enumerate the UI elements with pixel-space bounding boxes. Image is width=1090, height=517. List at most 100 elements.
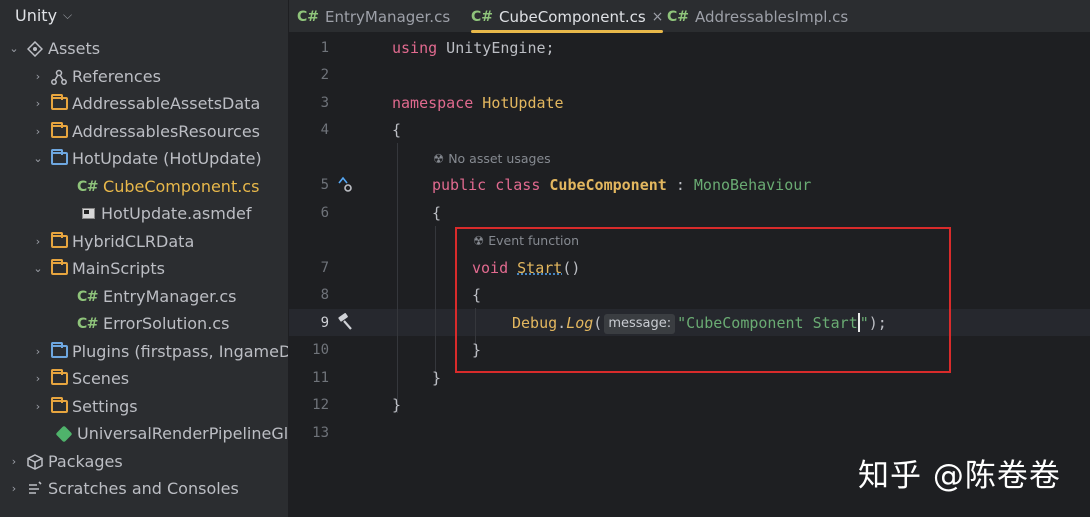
highlight-annotation-box xyxy=(455,227,951,373)
tree-item-label: ErrorSolution.cs xyxy=(103,314,230,334)
radiation-icon: ☢ xyxy=(433,151,445,166)
code-text: UnityEngine; xyxy=(437,39,555,57)
collapse-arrow-icon[interactable]: › xyxy=(32,400,44,413)
tree-item-label: Scratches and Consoles xyxy=(48,479,239,499)
line-number: 6 xyxy=(320,205,329,221)
hint-text: No asset usages xyxy=(448,151,551,166)
tree-item-cubecomponent[interactable]: C# CubeComponent.cs xyxy=(0,173,288,201)
assembly-folder-icon xyxy=(50,149,68,168)
tab-label: AddressablesImpl.cs xyxy=(695,7,849,26)
keyword: class xyxy=(486,176,550,194)
code-editor[interactable]: 1 2 3 4 5 6 7 8 9 10 11 12 13 using Unit… xyxy=(289,33,1090,517)
tree-item-label: HotUpdate.asmdef xyxy=(101,204,252,224)
keyword: namespace xyxy=(392,94,474,112)
tree-item-addressablesresources[interactable]: › AddressablesResources xyxy=(0,118,288,146)
tree-item-assets[interactable]: ⌄ Assets xyxy=(0,35,288,63)
line-number: 10 xyxy=(312,342,329,358)
asmdef-file-icon xyxy=(79,205,97,223)
inlay-hint-usages[interactable]: ☢ No asset usages xyxy=(433,149,551,169)
packages-icon xyxy=(26,453,44,471)
tree-item-packages[interactable]: › Packages xyxy=(0,448,288,476)
code-line-11: } xyxy=(432,369,442,387)
code-line-3: namespace HotUpdate xyxy=(392,90,564,117)
tree-item-entrymanager[interactable]: C# EntryManager.cs xyxy=(0,283,288,311)
keyword: using xyxy=(392,39,438,57)
tab-cubecomponent[interactable]: C# CubeComponent.cs × xyxy=(471,0,664,33)
namespace-name: HotUpdate xyxy=(473,94,564,112)
tree-item-mainscripts[interactable]: ⌄ MainScripts xyxy=(0,255,288,283)
collapse-arrow-icon[interactable]: › xyxy=(32,70,44,83)
folder-icon xyxy=(50,397,68,416)
collapse-arrow-icon[interactable]: › xyxy=(8,455,20,468)
tree-item-label: Packages xyxy=(48,452,123,472)
code-line-5: public class CubeComponent : MonoBehavio… xyxy=(432,172,811,199)
close-icon[interactable]: × xyxy=(652,9,664,25)
tree-item-label: Assets xyxy=(48,39,101,59)
tree-item-hotupdate[interactable]: ⌄ HotUpdate (HotUpdate) xyxy=(0,145,288,173)
folder-icon xyxy=(50,232,68,251)
tree-item-label: UniversalRenderPipelineGlo xyxy=(77,424,289,444)
scratches-icon xyxy=(26,480,44,498)
line-number: 2 xyxy=(320,67,329,83)
collapse-arrow-icon[interactable]: › xyxy=(8,482,20,495)
expand-arrow-icon[interactable]: ⌄ xyxy=(8,42,20,55)
chevron-down-icon: ⌵ xyxy=(63,7,73,22)
tree-item-hybridclrdata[interactable]: › HybridCLRData xyxy=(0,228,288,256)
implements-gutter-icon[interactable] xyxy=(336,175,354,197)
line-number: 5 xyxy=(320,177,329,193)
line-number: 4 xyxy=(320,122,329,138)
tree-item-errorsolution[interactable]: C# ErrorSolution.cs xyxy=(0,310,288,338)
expand-arrow-icon[interactable]: ⌄ xyxy=(32,262,44,275)
folder-icon xyxy=(50,94,68,113)
watermark: 知乎 @陈卷卷 xyxy=(858,458,1061,494)
csharp-file-icon: C# xyxy=(667,8,690,25)
tree-item-scratches[interactable]: › Scratches and Consoles xyxy=(0,475,288,503)
tab-entrymanager[interactable]: C# EntryManager.cs xyxy=(297,0,450,33)
assets-icon xyxy=(26,40,44,58)
code-line-12: } xyxy=(392,396,402,414)
folder-icon xyxy=(50,122,68,141)
folder-icon xyxy=(50,369,68,388)
asset-gem-icon xyxy=(55,425,73,443)
tree-item-label: Settings xyxy=(72,397,138,417)
references-icon xyxy=(50,68,68,86)
line-number: 12 xyxy=(312,397,329,413)
hammer-icon[interactable] xyxy=(336,313,354,335)
keyword: public xyxy=(432,176,487,194)
line-number: 11 xyxy=(312,370,329,386)
code-line-4: { xyxy=(392,121,402,139)
class-name: CubeComponent xyxy=(549,176,667,194)
line-number: 8 xyxy=(320,287,329,303)
collapse-arrow-icon[interactable]: › xyxy=(32,125,44,138)
tree-item-scenes[interactable]: › Scenes xyxy=(0,365,288,393)
expand-arrow-icon[interactable]: ⌄ xyxy=(32,152,44,165)
tree-item-label: EntryManager.cs xyxy=(103,287,237,307)
collapse-arrow-icon[interactable]: › xyxy=(32,372,44,385)
tab-addressablesimpl[interactable]: C# AddressablesImpl.cs xyxy=(667,0,848,33)
project-selector[interactable]: Unity ⌵ xyxy=(0,0,288,30)
collapse-arrow-icon[interactable]: › xyxy=(32,345,44,358)
tree-item-addressableassetsdata[interactable]: › AddressableAssetsData xyxy=(0,90,288,118)
tree-item-references[interactable]: › References xyxy=(0,63,288,91)
tree-item-label: AddressablesResources xyxy=(72,122,261,142)
project-name: Unity xyxy=(15,5,58,25)
collapse-arrow-icon[interactable]: › xyxy=(32,97,44,110)
line-number: 3 xyxy=(320,95,329,111)
csharp-file-icon: C# xyxy=(77,315,99,332)
tree-item-urp-asset[interactable]: UniversalRenderPipelineGlo xyxy=(0,420,289,448)
folder-icon xyxy=(50,259,68,278)
tree-item-plugins[interactable]: › Plugins (firstpass, IngameD xyxy=(0,338,288,366)
editor-tab-bar: C# EntryManager.cs C# CubeComponent.cs ×… xyxy=(289,0,1090,33)
tree-item-label: Scenes xyxy=(72,369,130,389)
csharp-file-icon: C# xyxy=(297,8,320,25)
tree-item-label: CubeComponent.cs xyxy=(103,177,260,197)
tree-item-settings[interactable]: › Settings xyxy=(0,393,288,421)
indent-guide xyxy=(397,143,398,413)
csharp-file-icon: C# xyxy=(77,178,99,195)
code-line-6: { xyxy=(432,204,442,222)
collapse-arrow-icon[interactable]: › xyxy=(32,235,44,248)
tree-item-asmdef[interactable]: HotUpdate.asmdef xyxy=(0,200,288,228)
tab-label: EntryManager.cs xyxy=(325,7,451,26)
tree-item-label: References xyxy=(72,67,161,87)
csharp-file-icon: C# xyxy=(471,8,494,25)
